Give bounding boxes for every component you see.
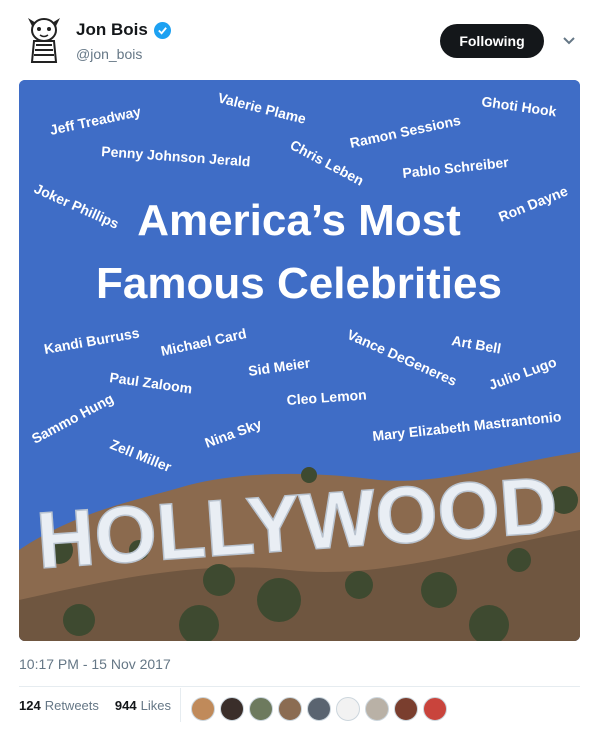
chevron-down-icon[interactable]	[562, 34, 576, 48]
author-handle[interactable]: @jon_bois	[76, 46, 171, 62]
divider	[19, 686, 580, 687]
liker-avatar[interactable]	[365, 697, 389, 721]
tweet-image[interactable]: Jeff Treadway Valerie Plame Ghoti Hook R…	[19, 80, 580, 641]
liker-avatar[interactable]	[394, 697, 418, 721]
image-title-line2: Famous Celebrities	[96, 259, 502, 308]
liker-avatar[interactable]	[220, 697, 244, 721]
retweets-count[interactable]: 124	[19, 698, 41, 713]
likes-count[interactable]: 944	[115, 698, 137, 713]
liker-avatar[interactable]	[278, 697, 302, 721]
tweet-header: Jon Bois @jon_bois Following	[0, 0, 599, 80]
display-name-text[interactable]: Jon Bois	[76, 20, 148, 40]
tweet-timestamp[interactable]: 10:17 PM - 15 Nov 2017	[19, 656, 171, 672]
author-display-name[interactable]: Jon Bois	[76, 20, 171, 40]
image-title-line1: America’s Most	[137, 196, 461, 245]
following-button[interactable]: Following	[440, 24, 544, 58]
liker-avatar[interactable]	[307, 697, 331, 721]
stats-separator	[180, 688, 181, 722]
liker-avatars	[191, 697, 447, 721]
tweet-stats: 124 Retweets 944 Likes	[19, 698, 171, 713]
avatar[interactable]	[20, 14, 68, 66]
retweets-label[interactable]: Retweets	[45, 698, 99, 713]
liker-avatar[interactable]	[423, 697, 447, 721]
liker-avatar[interactable]	[191, 697, 215, 721]
author-info: Jon Bois @jon_bois	[76, 20, 171, 62]
verified-badge-icon	[153, 21, 171, 39]
liker-avatar[interactable]	[249, 697, 273, 721]
liker-avatar[interactable]	[336, 697, 360, 721]
likes-label[interactable]: Likes	[141, 698, 171, 713]
